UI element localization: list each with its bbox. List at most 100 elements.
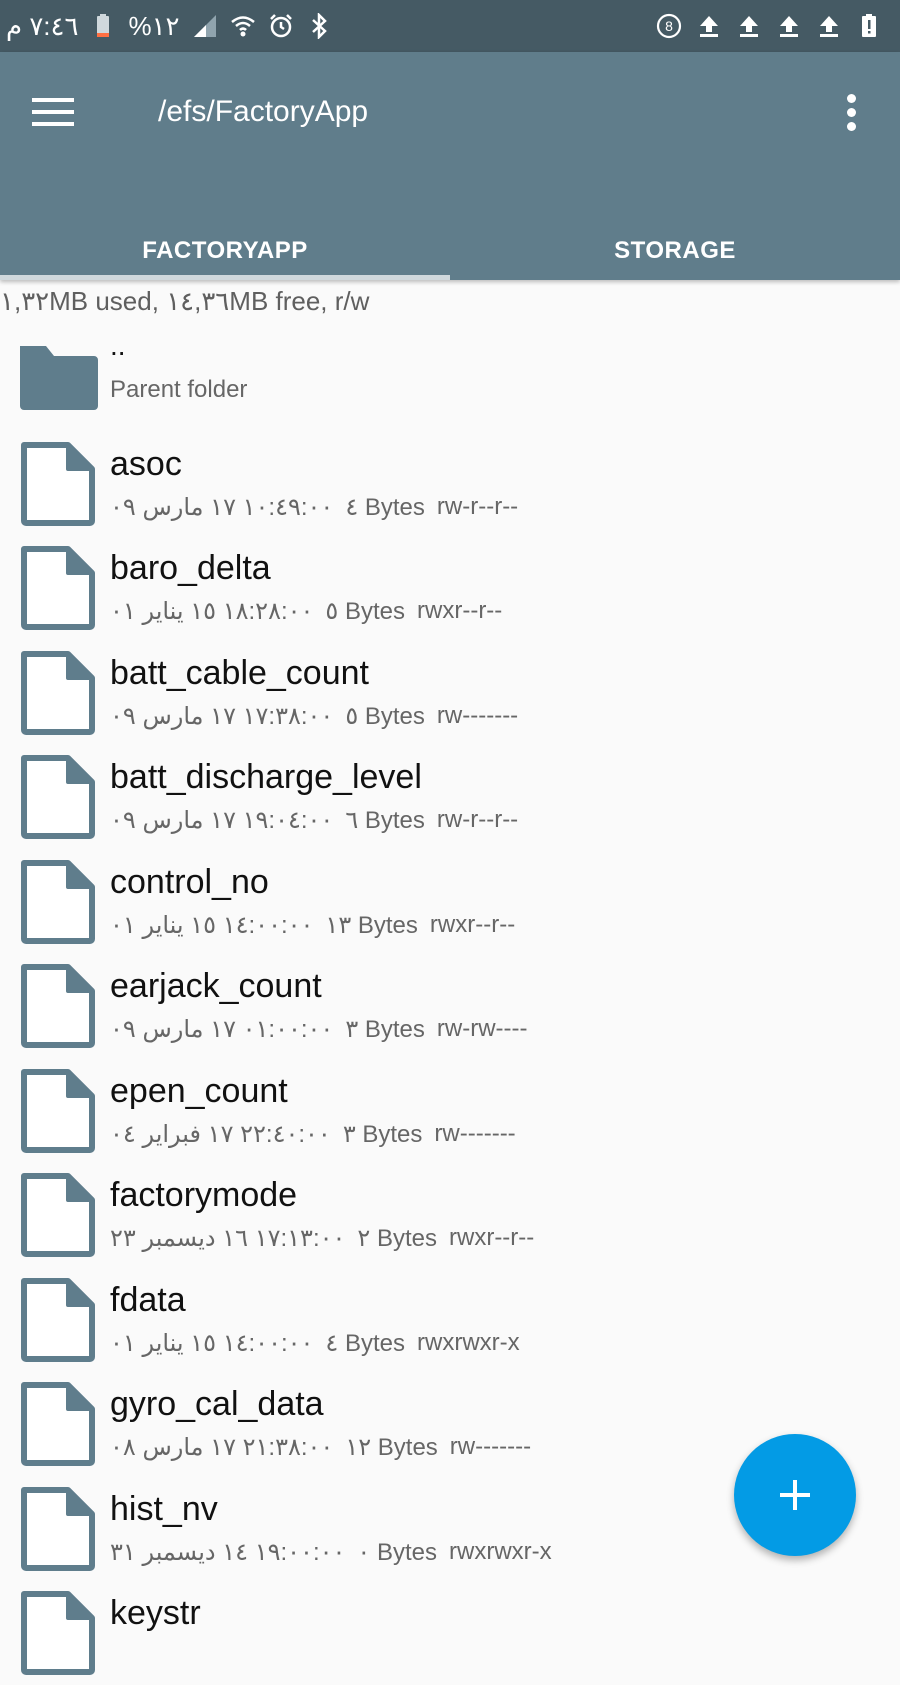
file-icon (21, 650, 95, 735)
file-icon (21, 1382, 95, 1466)
tab-bar: FACTORYAPP STORAGE (0, 222, 900, 280)
file-list-item[interactable]: epen_count ٢٢:٤٠:٠٠ ١٧ فبراير ٠٤ ٣ Bytes rw… (0, 1058, 900, 1163)
tab-factoryapp[interactable]: FACTORYAPP (0, 222, 450, 280)
file-meta: ١٨:٢٨:٠٠ ١٥ يناير ٠١ ٥ Bytes rwxr--r-- (110, 597, 502, 626)
file-date: ١٧:١٣:٠٠ ١٦ ديسمبر ٢٣ (110, 1225, 346, 1252)
parent-folder-name: .. (110, 330, 126, 361)
file-name: batt_cable_count (110, 653, 369, 692)
file-meta: ٢١:٣٨:٠٠ ١٧ مارس ٠٨ ١٢ Bytes rw------- (110, 1433, 531, 1462)
file-icon (21, 964, 95, 1048)
file-size: ٦ Bytes (345, 807, 425, 834)
file-permissions: rw------- (434, 1119, 516, 1147)
file-list-item[interactable]: baro_delta ١٨:٢٨:٠٠ ١٥ يناير ٠١ ٥ Bytes rwx… (0, 535, 900, 640)
file-list-item[interactable]: batt_cable_count ١٧:٣٨:٠٠ ١٧ مارس ٠٩ ٥ Byt… (0, 640, 900, 745)
file-date: ٢١:٣٨:٠٠ ١٧ مارس ٠٨ (110, 1434, 334, 1461)
wifi-icon (230, 13, 256, 39)
file-icon (21, 859, 95, 944)
file-date: ١٧:٣٨:٠٠ ١٧ مارس ٠٩ (110, 702, 334, 730)
file-size: ٤ Bytes (345, 493, 425, 521)
file-name: fdata (110, 1280, 186, 1319)
file-size: ٢ Bytes (357, 1225, 437, 1252)
file-size: ٠ Bytes (357, 1538, 437, 1566)
file-icon (21, 1068, 95, 1153)
battery-icon (90, 13, 116, 39)
file-icon (21, 1277, 95, 1362)
upload-icon (776, 13, 802, 39)
battery-percent: %١٢ (128, 10, 180, 41)
upload-icon (736, 13, 762, 39)
file-meta: ٢٢:٤٠:٠٠ ١٧ فبراير ٠٤ ٣ Bytes rw------- (110, 1120, 516, 1149)
more-vert-icon[interactable] (832, 90, 872, 134)
file-size: ٥ Bytes (345, 702, 425, 730)
file-size: ١٣ Bytes (325, 911, 418, 939)
tab-storage[interactable]: STORAGE (450, 222, 900, 280)
file-list-item[interactable]: keystr (0, 1580, 900, 1685)
file-icon (21, 1173, 95, 1257)
file-date: ٠١:٠٠:٠٠ ١٧ مارس ٠٩ (110, 1016, 334, 1043)
file-name: factorymode (110, 1176, 298, 1214)
file-meta: ١٩:٠٠:٠٠ ١٤ ديسمبر ٣١ ٠ Bytes rwxrwxr-x (110, 1538, 552, 1567)
file-size: ١٢ Bytes (345, 1434, 438, 1461)
file-icon (21, 1591, 95, 1675)
parent-folder-subtitle: Parent folder (110, 376, 248, 403)
bluetooth-icon (306, 13, 332, 39)
file-list-item[interactable]: batt_discharge_level ١٩:٠٤:٠٠ ١٧ مارس ٠٩ ٦… (0, 744, 900, 849)
file-permissions: rwxr--r-- (417, 597, 503, 624)
file-list-item[interactable]: factorymode ١٧:١٣:٠٠ ١٦ ديسمبر ٢٣ ٢ Bytes r… (0, 1162, 900, 1267)
file-permissions: rw-r--r-- (436, 806, 519, 833)
upload-icon (696, 13, 722, 39)
add-button[interactable] (734, 1434, 856, 1556)
file-permissions: rw-r--r-- (436, 492, 519, 520)
file-name: asoc (110, 444, 182, 483)
status-bar: ٧:٤٦ م %١٢ 8 (0, 0, 900, 52)
storage-usage: ١,٣٢MB used, ١٤,٣٦MB free, r/w (0, 286, 370, 316)
file-date: ١٩:٠٤:٠٠ ١٧ مارس ٠٩ (110, 807, 334, 834)
file-list-item[interactable]: earjack_count ٠١:٠٠:٠٠ ١٧ مارس ٠٩ ٣ Bytes r… (0, 953, 900, 1058)
file-permissions: rw------- (436, 701, 519, 729)
file-date: ١٨:٢٨:٠٠ ١٥ يناير ٠١ (110, 598, 314, 625)
file-name: control_no (110, 862, 269, 901)
page-title: /efs/FactoryApp (158, 95, 369, 128)
folder-icon (20, 346, 98, 410)
app-bar: /efs/FactoryApp FACTORYAPP STORAGE (0, 52, 900, 280)
file-size: ٤ Bytes (325, 1329, 406, 1357)
file-date: ١٤:٠٠:٠٠ ١٥ يناير ٠١ (110, 1329, 314, 1357)
status-bar-right: 8 (656, 0, 882, 52)
file-meta: ١٤:٠٠:٠٠ ١٥ يناير ٠١ ١٣ Bytes rwxr--r-- (110, 911, 515, 940)
hamburger-menu-icon[interactable] (28, 92, 78, 132)
file-name: earjack_count (110, 967, 322, 1005)
file-list-item[interactable]: asoc ١٠:٤٩:٠٠ ١٧ مارس ٠٩ ٤ Bytes rw-r--r-- (0, 431, 900, 536)
file-permissions: rwxrwxr-x (449, 1537, 552, 1565)
parent-folder-item[interactable]: .. Parent folder (0, 326, 900, 431)
alarm-icon (268, 13, 294, 39)
file-date: ١٩:٠٠:٠٠ ١٤ ديسمبر ٣١ (110, 1538, 346, 1566)
file-permissions: rw------- (449, 1433, 532, 1460)
file-icon (21, 546, 95, 630)
svg-text:8: 8 (665, 18, 673, 34)
file-name: gyro_cal_data (110, 1385, 324, 1423)
file-list-item[interactable]: fdata ١٤:٠٠:٠٠ ١٥ يناير ٠١ ٤ Bytes rwxrwxr-… (0, 1267, 900, 1372)
file-icon (21, 441, 95, 526)
file-list-item[interactable]: control_no ١٤:٠٠:٠٠ ١٥ يناير ٠١ ١٣ Bytes rw… (0, 849, 900, 954)
file-meta: ١٧:٣٨:٠٠ ١٧ مارس ٠٩ ٥ Bytes rw------- (110, 702, 518, 731)
file-icon (21, 1486, 95, 1571)
tab-factoryapp-label: FACTORYAPP (142, 237, 308, 264)
file-meta: ١٤:٠٠:٠٠ ١٥ يناير ٠١ ٤ Bytes rwxrwxr-x (110, 1329, 520, 1358)
signal-icon (192, 13, 218, 39)
file-name: hist_nv (110, 1489, 218, 1528)
file-meta: ١٠:٤٩:٠٠ ١٧ مارس ٠٩ ٤ Bytes rw-r--r-- (110, 493, 518, 522)
file-permissions: rwxr--r-- (449, 1224, 535, 1251)
battery-alert-icon (856, 13, 882, 39)
status-bar-left: ٧:٤٦ م %١٢ (6, 0, 332, 52)
file-meta: ١٩:٠٤:٠٠ ١٧ مارس ٠٩ ٦ Bytes rw-r--r-- (110, 806, 518, 835)
file-permissions: rwxr--r-- (429, 910, 516, 938)
file-date: ١٤:٠٠:٠٠ ١٥ يناير ٠١ (110, 911, 314, 939)
file-name: baro_delta (110, 549, 271, 587)
file-size: ٣ Bytes (342, 1120, 423, 1148)
file-permissions: rw-rw---- (436, 1015, 528, 1042)
file-size: ٥ Bytes (325, 598, 406, 625)
notification-8-icon: 8 (656, 13, 682, 39)
file-meta: ٠١:٠٠:٠٠ ١٧ مارس ٠٩ ٣ Bytes rw-rw---- (110, 1015, 528, 1044)
upload-icon (816, 13, 842, 39)
file-permissions: rwxrwxr-x (417, 1328, 520, 1356)
